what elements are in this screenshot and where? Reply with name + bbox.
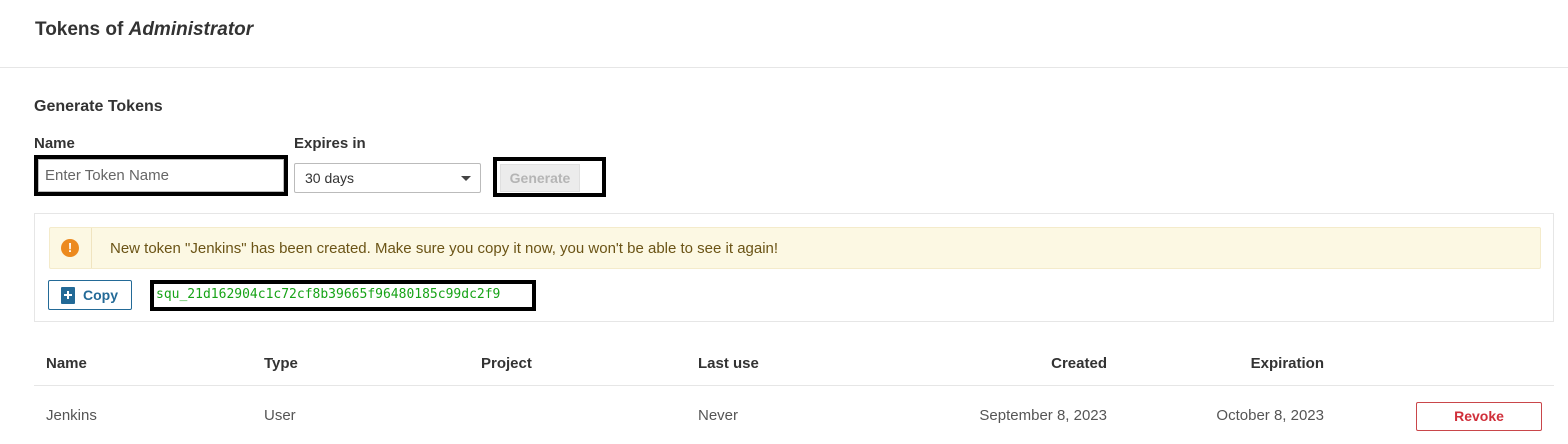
- chevron-down-icon: [461, 176, 471, 181]
- exclamation-icon: !: [61, 239, 79, 257]
- token-row-created: September 8, 2023: [979, 407, 1107, 424]
- token-row-expiration: October 8, 2023: [1216, 407, 1324, 424]
- column-header-created: Created: [1051, 355, 1107, 372]
- token-name-field-wrapper: [34, 155, 288, 196]
- alert-message: New token "Jenkins" has been created. Ma…: [110, 240, 779, 257]
- expires-in-label: Expires in: [294, 135, 366, 152]
- column-header-expiration: Expiration: [1250, 355, 1324, 372]
- expires-in-value: 30 days: [305, 170, 355, 186]
- column-header-last-use: Last use: [698, 355, 759, 372]
- token-row-type: User: [264, 407, 296, 424]
- column-header-type: Type: [264, 355, 298, 372]
- generate-button-wrapper: Generate: [493, 157, 606, 197]
- token-created-alert: ! New token "Jenkins" has been created. …: [49, 227, 1541, 269]
- column-header-name: Name: [46, 355, 87, 372]
- token-row-name: Jenkins: [46, 407, 97, 424]
- page-header: Tokens of Administrator: [0, 0, 1568, 68]
- copy-icon: [61, 287, 75, 304]
- page-title: Tokens of Administrator: [35, 19, 253, 41]
- generate-tokens-title: Generate Tokens: [34, 98, 163, 115]
- token-value-box: squ_21d162904c1c72cf8b39665f96480185c99d…: [150, 280, 536, 311]
- token-name-label: Name: [34, 135, 75, 152]
- token-value[interactable]: squ_21d162904c1c72cf8b39665f96480185c99d…: [156, 287, 500, 302]
- page-title-user: Administrator: [128, 19, 254, 40]
- copy-button[interactable]: Copy: [48, 280, 132, 310]
- expires-in-select[interactable]: 30 days: [294, 163, 481, 193]
- revoke-button[interactable]: Revoke: [1416, 402, 1542, 431]
- copy-button-label: Copy: [83, 287, 118, 303]
- alert-divider: [91, 228, 92, 268]
- page-title-prefix: Tokens of: [35, 19, 129, 40]
- new-token-panel: ! New token "Jenkins" has been created. …: [34, 213, 1554, 322]
- table-header-divider: [34, 385, 1554, 386]
- token-row-last-use: Never: [698, 407, 739, 424]
- generate-button[interactable]: Generate: [500, 164, 580, 192]
- column-header-project: Project: [481, 355, 532, 372]
- token-name-input[interactable]: [38, 159, 284, 192]
